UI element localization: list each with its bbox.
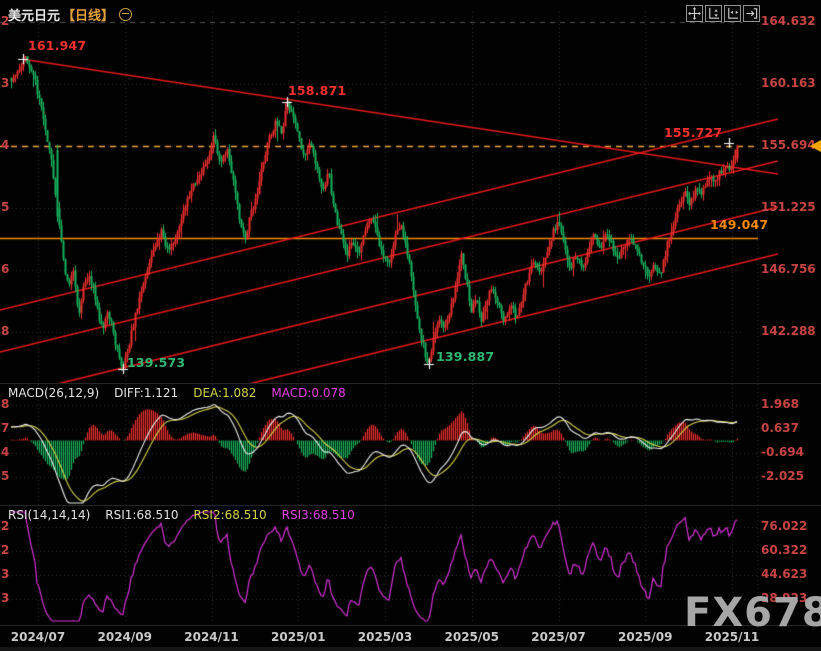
time-axis[interactable] bbox=[0, 626, 821, 647]
scale-x-axis-icon[interactable] bbox=[724, 5, 741, 22]
price-axis[interactable] bbox=[743, 0, 821, 625]
pan-icon[interactable] bbox=[686, 5, 703, 22]
window-bottom-edge bbox=[0, 647, 821, 651]
chart-canvas[interactable] bbox=[0, 0, 821, 651]
chart-toolbar bbox=[686, 5, 760, 22]
pane-separator bbox=[0, 505, 821, 506]
chart-window: 美元日元 【日线】 161.947158.871155.727149.04713… bbox=[0, 0, 821, 651]
scale-y-axis-icon[interactable] bbox=[705, 5, 722, 22]
restore-view-icon[interactable] bbox=[743, 5, 760, 22]
pane-separator bbox=[0, 383, 821, 384]
collapse-icon[interactable] bbox=[119, 8, 132, 21]
